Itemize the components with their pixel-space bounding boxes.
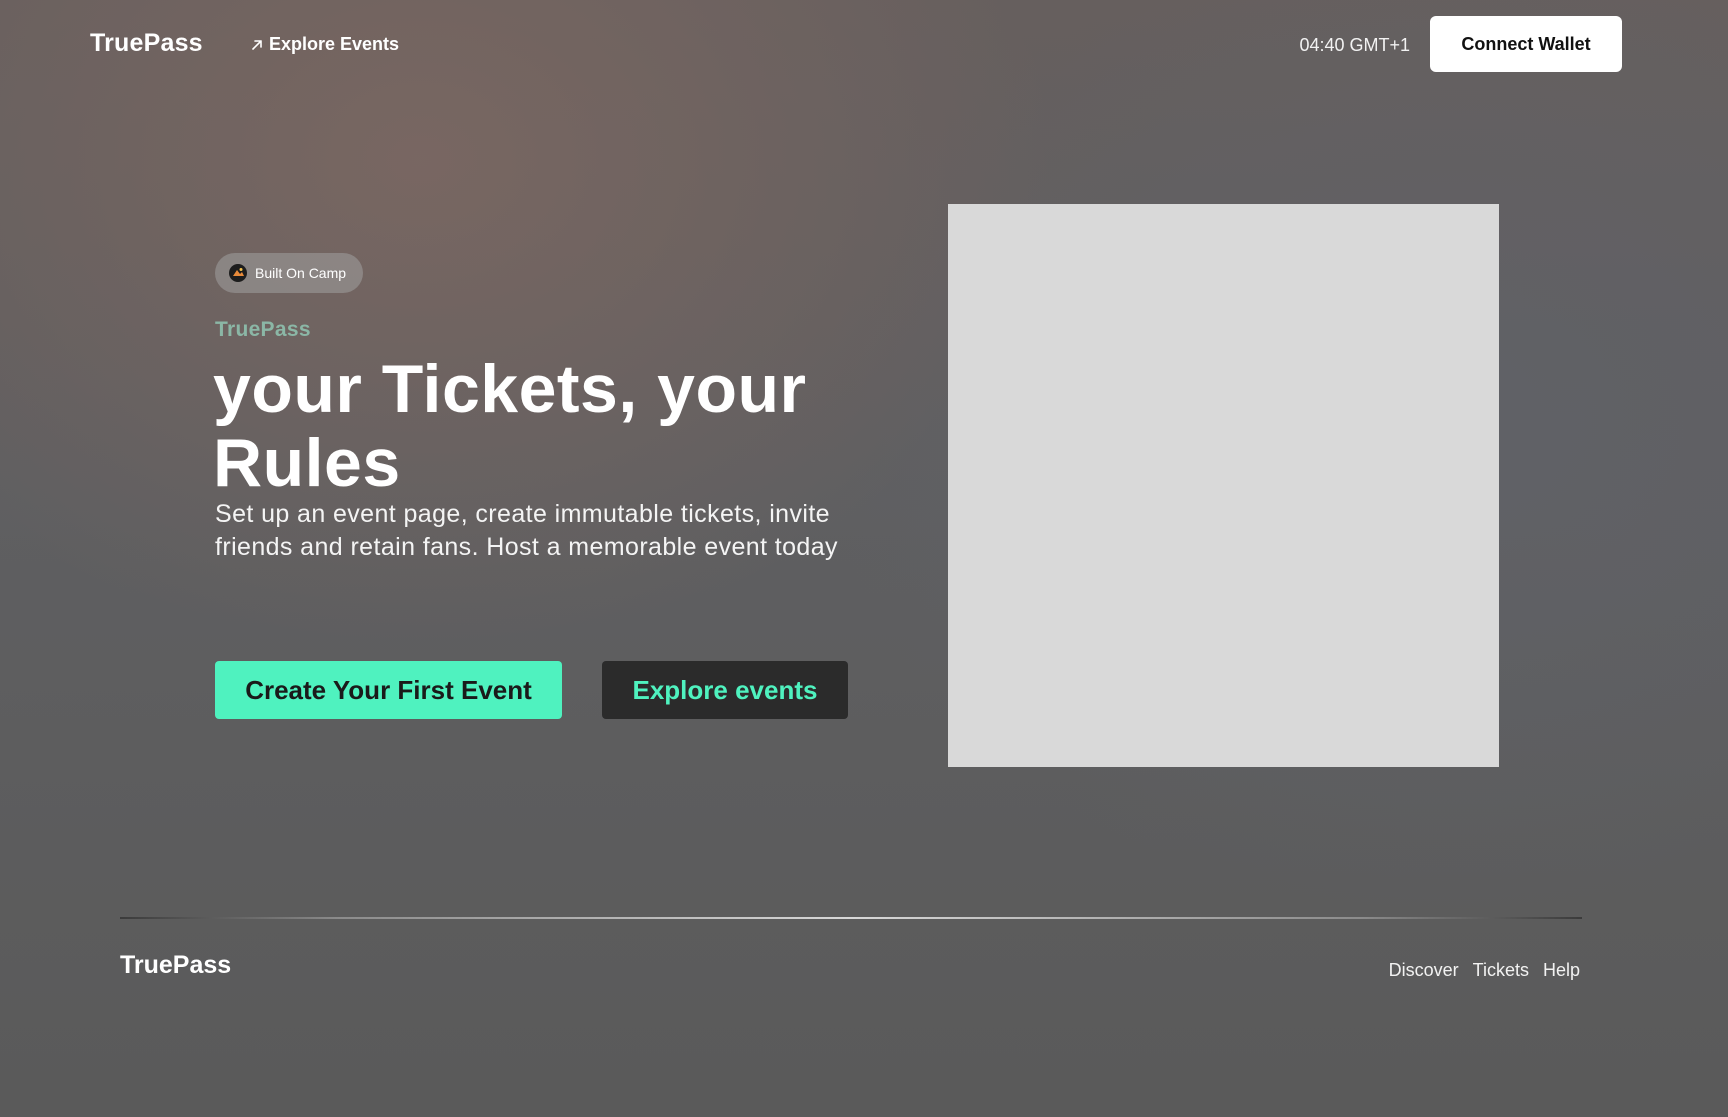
- footer-links: Discover Tickets Help: [1389, 960, 1580, 981]
- explore-events-label: Explore Events: [269, 34, 400, 54]
- footer-link-tickets[interactable]: Tickets: [1473, 960, 1529, 981]
- top-nav: TruePass Explore Events 04:40 GMT+1 Conn…: [0, 0, 1728, 88]
- hero-image-placeholder: [948, 204, 1499, 767]
- explore-events-button[interactable]: Explore events: [602, 661, 848, 719]
- create-first-event-button[interactable]: Create Your First Event: [215, 661, 562, 719]
- clock: 04:40 GMT+1: [1299, 35, 1410, 55]
- footer-link-help[interactable]: Help: [1543, 960, 1580, 981]
- hero-brand: TruePass: [215, 318, 311, 341]
- hero-subtext: Set up an event page, create immutable t…: [215, 500, 838, 561]
- connect-wallet-button[interactable]: Connect Wallet: [1430, 16, 1622, 72]
- logo[interactable]: TruePass: [90, 29, 203, 58]
- camp-logo-icon: [229, 264, 247, 282]
- footer-divider: [120, 917, 1582, 919]
- explore-events-link[interactable]: Explore Events: [249, 34, 399, 55]
- badge-label: Built On Camp: [255, 265, 347, 281]
- built-on-camp-badge: Built On Camp: [215, 253, 364, 293]
- hero-headline: your Tickets, your Rules: [213, 351, 807, 501]
- page: TruePass Explore Events 04:40 GMT+1 Conn…: [0, 0, 1728, 1117]
- footer-logo: TruePass: [120, 951, 232, 979]
- footer-link-discover[interactable]: Discover: [1389, 960, 1459, 981]
- arrow-up-right-icon: [249, 37, 265, 53]
